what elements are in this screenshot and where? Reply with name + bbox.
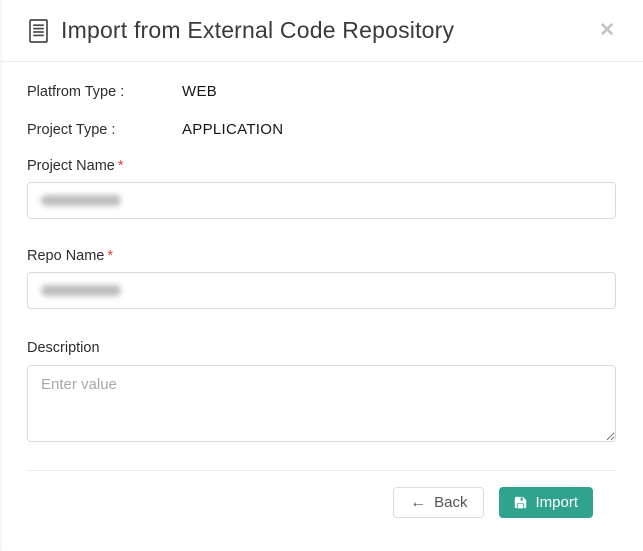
required-asterisk: *: [107, 248, 113, 264]
modal-header: Import from External Code Repository ✕: [0, 0, 643, 62]
save-icon: [514, 496, 527, 509]
project-type-row: Project Type : APPLICATION: [27, 121, 616, 138]
platform-type-value: WEB: [182, 83, 217, 100]
platform-type-row: Platfrom Type : WEB: [27, 83, 616, 100]
modal-body: Platfrom Type : WEB Project Type : APPLI…: [0, 83, 643, 518]
modal-footer: ← Back Import: [27, 470, 616, 518]
platform-type-label: Platfrom Type :: [27, 84, 182, 100]
repo-name-label: Repo Name*: [27, 248, 616, 264]
redacted-value: [41, 195, 121, 206]
import-button-label: Import: [535, 494, 578, 511]
project-name-input[interactable]: [27, 182, 616, 219]
modal-title: Import from External Code Repository: [61, 17, 454, 44]
description-label: Description: [27, 340, 616, 356]
document-icon: [29, 19, 48, 43]
project-type-value: APPLICATION: [182, 121, 283, 138]
back-arrow-icon: ←: [410, 494, 426, 512]
repo-name-input[interactable]: [27, 272, 616, 309]
project-name-label: Project Name*: [27, 158, 616, 174]
close-icon[interactable]: ✕: [595, 19, 619, 42]
import-button[interactable]: Import: [499, 487, 593, 518]
back-button[interactable]: ← Back: [393, 487, 484, 518]
description-textarea[interactable]: [27, 365, 616, 442]
project-type-label: Project Type :: [27, 122, 182, 138]
required-asterisk: *: [118, 158, 124, 174]
back-button-label: Back: [434, 494, 467, 511]
import-repository-modal: Import from External Code Repository ✕ P…: [0, 0, 643, 551]
redacted-value: [41, 285, 121, 296]
